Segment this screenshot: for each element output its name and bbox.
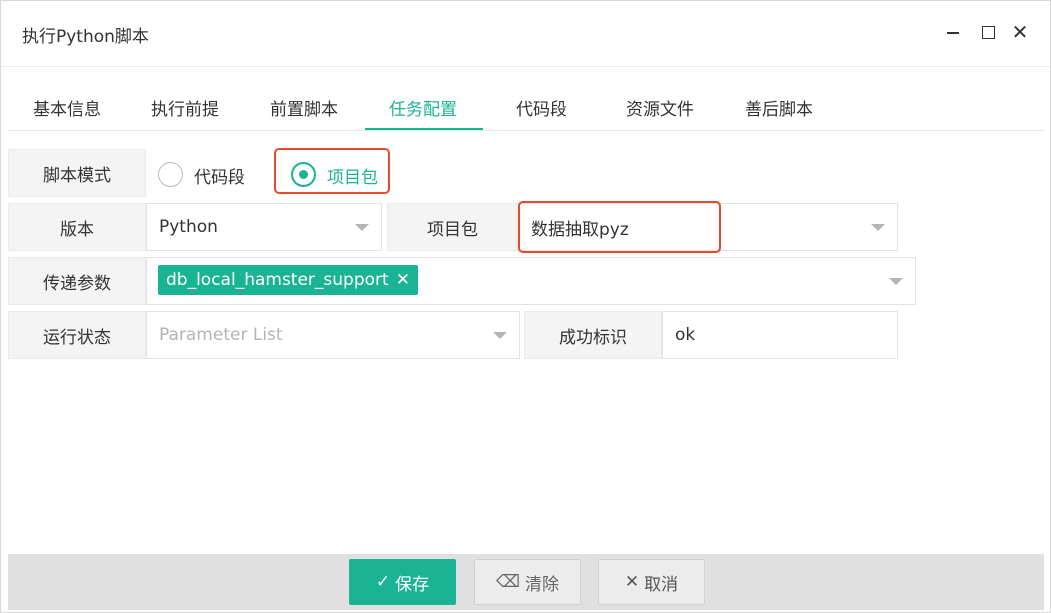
maximize-icon[interactable]	[979, 23, 997, 41]
version-value: Python	[159, 217, 218, 237]
active-tab-indicator	[365, 128, 483, 130]
param-tag-label: db_local_hamster_support	[166, 270, 389, 290]
run-state-select[interactable]: Parameter List	[146, 311, 520, 359]
chevron-down-icon	[355, 224, 369, 231]
tab-basic-info[interactable]: 基本信息	[33, 85, 101, 131]
version-select[interactable]: Python	[146, 203, 382, 251]
title-bar: 执行Python脚本 ✕	[1, 1, 1050, 67]
dialog: 执行Python脚本 ✕ 基本信息 执行前提 前置脚本 任务配置 代码段 资源文…	[0, 0, 1051, 613]
x-icon: ✕	[624, 572, 640, 592]
success-flag-value: ok	[675, 325, 696, 345]
project-package-label: 项目包	[387, 203, 518, 251]
save-button[interactable]: ✓ 保存	[349, 559, 456, 605]
clear-button-label: 清除	[525, 574, 560, 595]
chevron-down-icon	[889, 278, 903, 285]
footer-bar: ✓ 保存 ⌫ 清除 ✕ 取消	[8, 554, 1044, 610]
cancel-button-label: 取消	[644, 574, 679, 595]
save-button-label: 保存	[395, 574, 430, 595]
dialog-title: 执行Python脚本	[22, 27, 149, 47]
minimize-icon[interactable]	[944, 23, 962, 41]
tab-task-config[interactable]: 任务配置	[389, 85, 457, 131]
highlight-box-script-mode	[274, 148, 390, 194]
eraser-icon: ⌫	[495, 572, 521, 592]
tab-pre-script[interactable]: 前置脚本	[270, 85, 338, 131]
params-label: 传递参数	[8, 257, 146, 305]
chevron-down-icon	[871, 224, 885, 231]
tab-preconditions[interactable]: 执行前提	[151, 85, 219, 131]
remove-tag-icon[interactable]: ✕	[396, 270, 410, 290]
tab-resource-files[interactable]: 资源文件	[626, 85, 694, 131]
close-icon[interactable]: ✕	[1011, 22, 1029, 42]
tab-bar: 基本信息 执行前提 前置脚本 任务配置 代码段 资源文件 善后脚本	[8, 85, 1044, 131]
version-label: 版本	[8, 203, 146, 251]
chevron-down-icon	[493, 332, 507, 339]
highlight-box-project-package	[518, 201, 721, 253]
radio-code-snippet[interactable]	[158, 162, 183, 187]
cancel-button[interactable]: ✕ 取消	[598, 559, 705, 605]
tab-cleanup-script[interactable]: 善后脚本	[745, 85, 813, 131]
success-flag-label: 成功标识	[524, 311, 662, 359]
script-mode-label: 脚本模式	[8, 149, 146, 197]
success-flag-input[interactable]: ok	[662, 311, 898, 359]
param-tag: db_local_hamster_support ✕	[158, 265, 418, 295]
run-state-label: 运行状态	[8, 311, 146, 359]
check-icon: ✓	[375, 572, 391, 592]
run-state-placeholder: Parameter List	[159, 325, 283, 345]
tab-code-snippet[interactable]: 代码段	[516, 85, 567, 131]
clear-button[interactable]: ⌫ 清除	[474, 559, 581, 605]
radio-code-snippet-label[interactable]: 代码段	[194, 163, 245, 188]
